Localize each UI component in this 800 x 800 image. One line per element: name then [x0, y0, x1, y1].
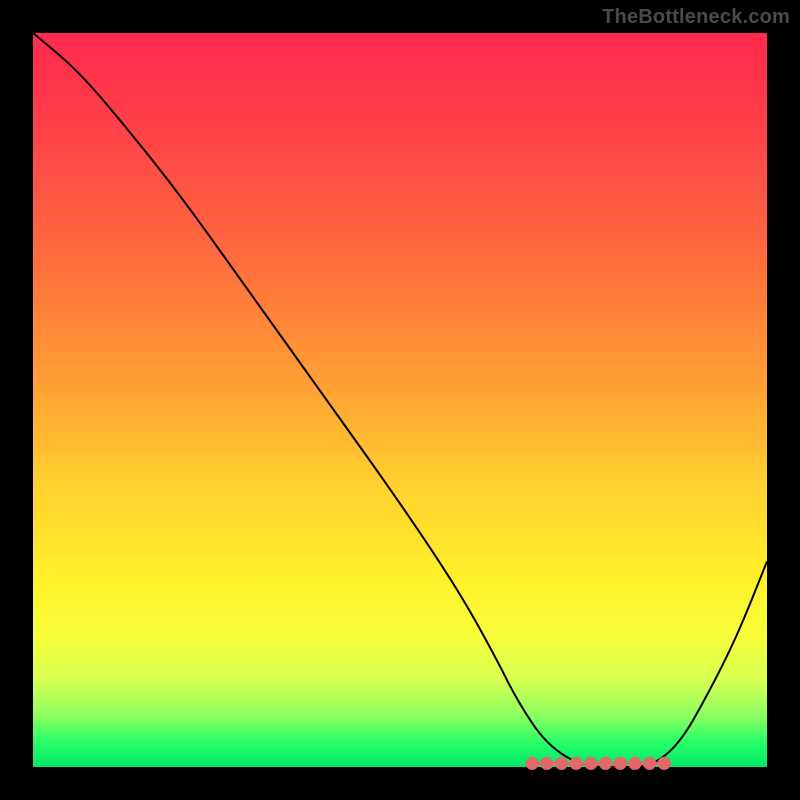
optimal-dot	[584, 757, 597, 770]
optimal-dot	[540, 757, 553, 770]
optimal-dot	[599, 757, 612, 770]
optimal-dot	[570, 757, 583, 770]
optimal-dot	[643, 757, 656, 770]
optimal-dot	[628, 757, 641, 770]
curve-layer	[33, 33, 767, 767]
optimal-dot	[614, 757, 627, 770]
optimal-dot	[555, 757, 568, 770]
chart-container: TheBottleneck.com	[0, 0, 800, 800]
bottleneck-curve-line	[33, 33, 767, 767]
optimal-dot	[526, 757, 539, 770]
optimal-dot	[658, 757, 671, 770]
watermark-text: TheBottleneck.com	[602, 6, 790, 29]
optimal-range-dots	[526, 757, 671, 770]
plot-area	[33, 33, 767, 767]
